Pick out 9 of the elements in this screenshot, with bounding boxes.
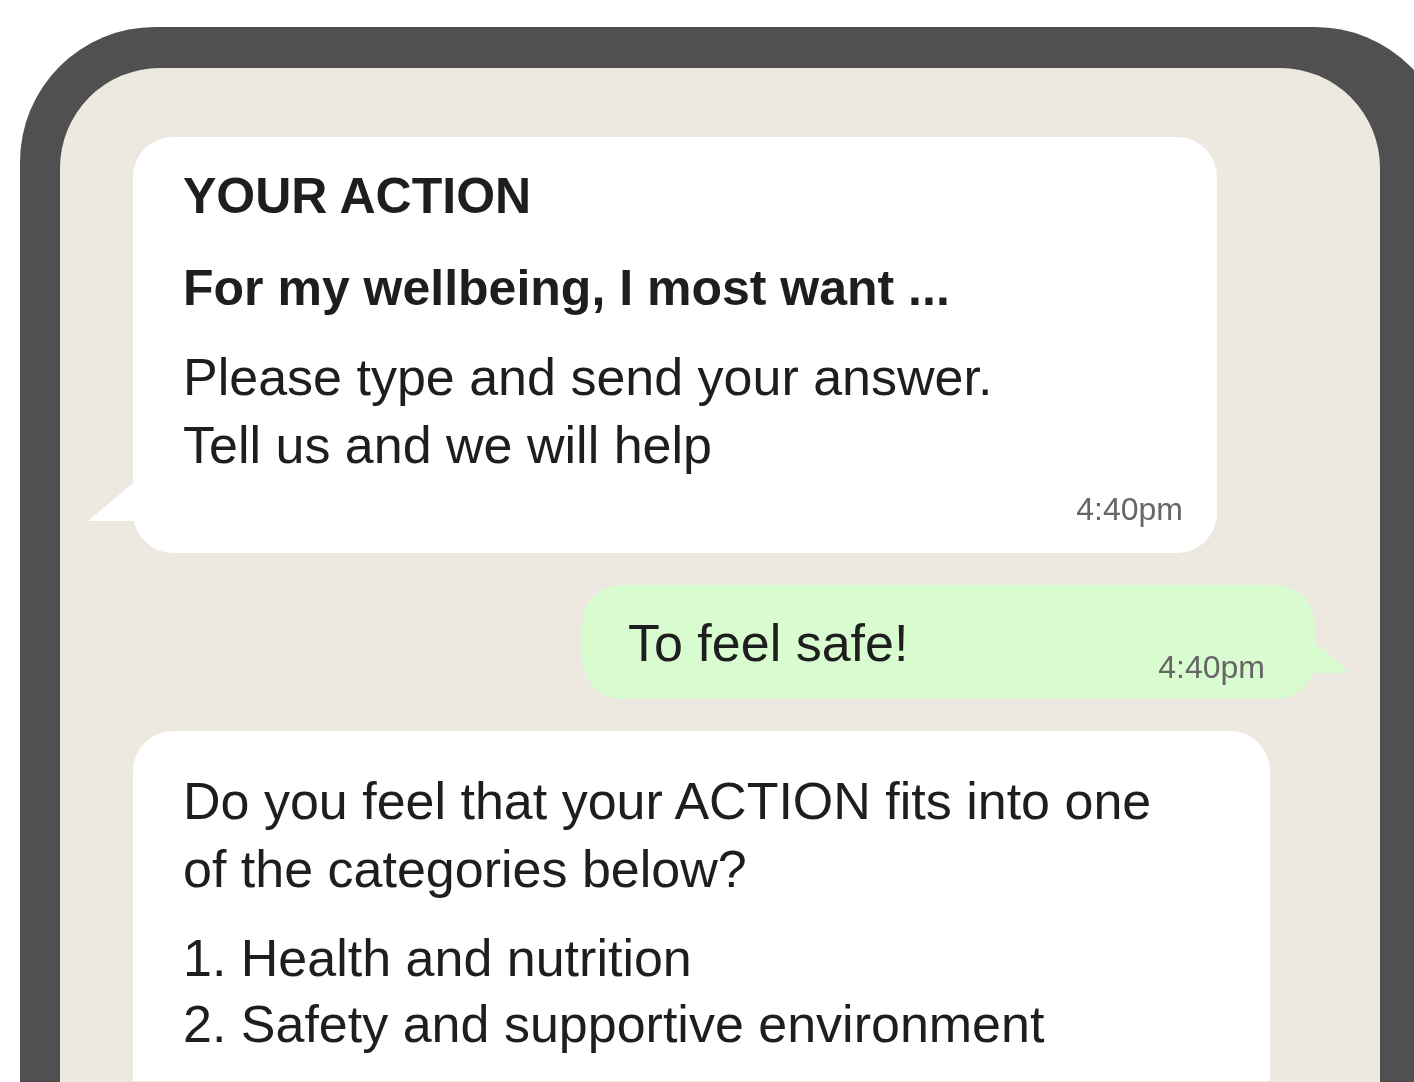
list-item: 1. Health and nutrition [183,928,693,989]
message-time: 4:40pm [1075,490,1183,529]
message-heading: For my wellbeing, I most want ... [183,259,951,318]
message-text: To feel safe! [628,613,909,673]
message-title: YOUR ACTION [183,167,533,226]
message-text: Do you feel that your ACTION fits into one of the categories below? [183,771,1153,900]
message-text: Please type and send your answer. Tell us and we will help [183,347,994,476]
list-item: 2. Safety and supportive environment [183,994,1046,1055]
message-time: 4:40pm [1157,648,1265,687]
